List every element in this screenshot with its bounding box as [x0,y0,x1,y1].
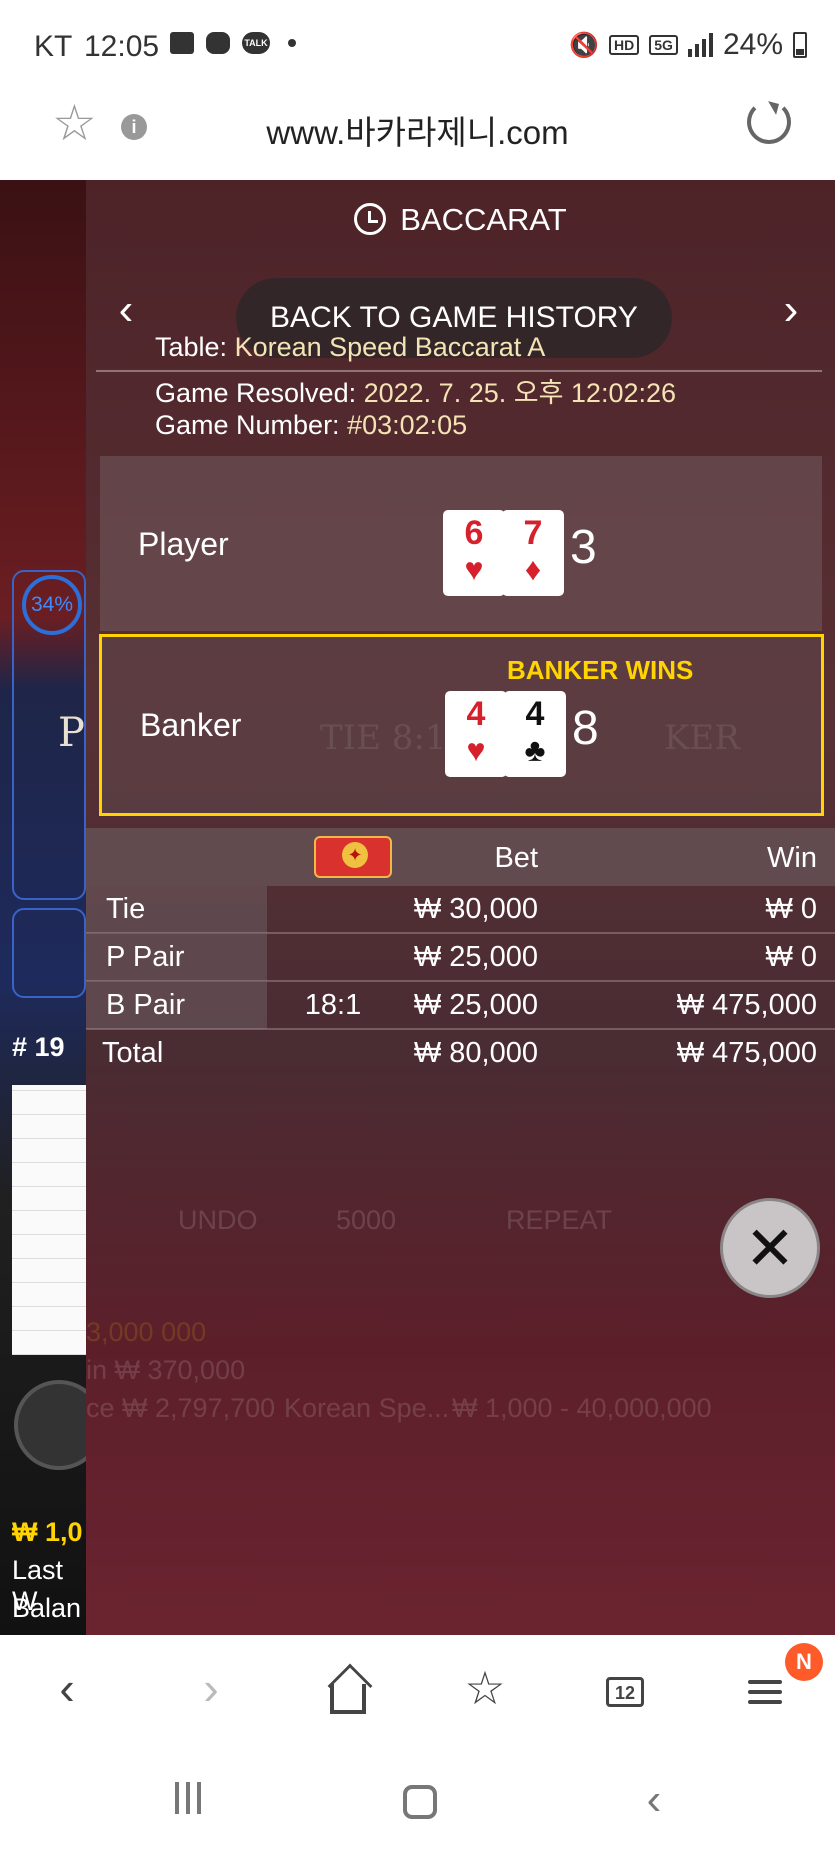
player-hand: Player 6 ♥ 7 ♦ 3 [100,456,822,631]
club-suit-icon: ♣ [524,732,546,768]
player-card-1: 6 ♥ [443,510,505,596]
home-icon[interactable] [313,1653,383,1723]
resolved-label: Game Resolved: [155,378,357,408]
card-rank: 4 [525,695,545,733]
player-letter: P [58,710,85,756]
player-card-2: 7 ♦ [502,510,564,596]
recent-apps-icon[interactable] [158,1775,218,1825]
url-text[interactable]: www.바카라제니.com [0,106,835,154]
menu-badge: N [785,1643,823,1681]
ghost-chip-label: 5000 [336,1205,397,1235]
win-amount: ₩ 0 [765,893,817,925]
system-icons: 🔇 HD 5G 24% [569,28,807,62]
ghost-last-win: in ₩ 370,000 [86,1355,246,1385]
balance-label: Balan [12,1593,82,1623]
win-column-header: Win [767,842,817,874]
home-button-icon[interactable] [390,1775,450,1825]
mute-icon: 🔇 [569,31,600,59]
ghost-repeat-label: REPEAT [506,1205,613,1235]
win-amount: ₩ 475,000 [676,989,817,1021]
player-total: 3 [570,521,597,574]
game-number-meta: Game Number: #03:02:05 [155,410,467,441]
network-5g-icon: 5G [649,35,678,55]
banker-card-1: 4 ♥ [445,691,507,777]
heart-suit-icon: ♥ [464,551,484,587]
player-label: Player [138,526,229,562]
total-row: Total ₩ 80,000 ₩ 475,000 [86,1030,835,1078]
resolved-meta: Game Resolved: 2022. 7. 25. 오후 12:02:26 [155,371,676,410]
address-bar: ☆ i www.바카라제니.com [0,90,835,180]
carrier-label: KT [34,30,73,63]
ghost-table-name: Korean Spe... [284,1393,450,1423]
ghost-undo-label: UNDO [178,1205,258,1235]
ghost-win-rest: 3,000 000 [86,1317,207,1347]
panel-title-text: BACCARAT [400,202,567,237]
table-meta: Table: Korean Speed Baccarat A [155,332,545,363]
card-rank: 6 [464,514,484,552]
banker-total: 8 [572,702,599,755]
next-game-chevron-icon[interactable]: › [771,285,811,335]
game-number-value: #03:02:05 [347,410,468,440]
table-value: Korean Speed Baccarat A [234,332,546,362]
battery-level: 24% [722,28,783,61]
heart-suit-icon: ♥ [466,732,486,768]
banker-label: Banker [140,707,242,743]
previous-game-chevron-icon[interactable]: ‹ [106,285,146,335]
bet-area-secondary[interactable] [12,908,86,998]
card-rank: 4 [466,695,486,733]
status-bar: KT 12:05 TALK 🔇 HD 5G 24% [0,0,835,90]
bets-table-header: Bet Win [86,828,835,886]
history-icon [354,203,387,235]
ghost-balance: ce ₩ 2,797,700 [86,1393,276,1423]
table-row: Tie ₩ 30,000 ₩ 0 [86,886,835,934]
roadmap-grid [12,1085,86,1355]
forward-arrow-icon[interactable]: › [176,1653,246,1723]
game-history-panel: TIE 8:1 KER UNDO 5000 REPEAT 3,000 000 i… [86,180,835,1635]
banker-hand: BANKER WINS Banker 4 ♥ 4 ♣ 8 [99,634,824,816]
banker-card-2: 4 ♣ [504,691,566,777]
game-page: 34% P # 19 ₩ 1,0 Last W Balan TIE 8:1 KE… [0,180,835,1635]
table-row: P Pair ₩ 25,000 ₩ 0 [86,934,835,982]
round-number: # 19 [12,1032,65,1062]
player-percent: 34% [22,575,82,635]
table-row: B Pair 18:1 ₩ 25,000 ₩ 475,000 [86,982,835,1030]
gallery-icon [170,32,194,54]
panel-title: BACCARAT [86,202,835,238]
win-amount: ₩ 1,0 [12,1517,83,1547]
hd-icon: HD [609,35,640,55]
tabs-icon[interactable]: 12 [590,1653,660,1723]
system-back-icon[interactable]: ‹ [624,1775,684,1825]
more-notifications-dot-icon [288,39,296,47]
diamond-suit-icon: ♦ [524,551,542,587]
signal-icon [687,33,713,57]
banker-wins-label: BANKER WINS [507,655,694,685]
background-game-table: 34% P # 19 ₩ 1,0 Last W Balan [0,180,104,1635]
tab-count: 12 [606,1676,644,1707]
game-number-label: Game Number: [155,410,340,440]
total-win: ₩ 475,000 [676,1037,817,1069]
win-amount: ₩ 0 [765,941,817,973]
reload-icon[interactable] [747,100,791,144]
message-icon [206,32,230,54]
table-label: Table: [155,332,228,362]
battery-icon [793,32,807,58]
close-icon[interactable]: ✕ [720,1198,820,1298]
notification-icons: TALK [170,32,296,54]
ghost-limits: ₩ 1,000 - 40,000,000 [452,1393,712,1423]
bookmarks-icon[interactable]: ☆ [450,1653,520,1723]
clock: 12:05 [84,30,160,63]
browser-toolbar: ‹ › ☆ 12 N [0,1635,835,1745]
back-arrow-icon[interactable]: ‹ [32,1653,102,1723]
kakaotalk-icon: TALK [242,32,270,54]
system-navigation: ‹ [0,1745,835,1856]
card-rank: 7 [523,514,543,552]
resolved-value: 2022. 7. 25. 오후 12:02:26 [363,378,677,408]
